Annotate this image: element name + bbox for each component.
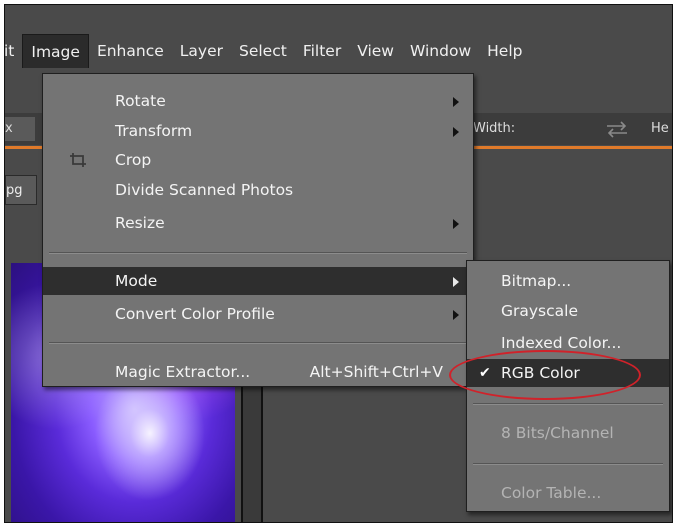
crop-icon: [70, 153, 86, 167]
submenu-arrow-icon: [453, 127, 459, 137]
submenu-arrow-icon: [453, 219, 459, 229]
height-label: He: [651, 121, 669, 136]
menu-item-label: Mode: [115, 272, 158, 290]
document-tab-label: pg: [6, 183, 23, 198]
x-label: x: [5, 121, 13, 136]
menu-item-label: Resize: [115, 214, 165, 232]
menu-edit[interactable]: it: [5, 34, 22, 68]
submenu-item-label: RGB Color: [501, 364, 580, 382]
menu-item-label: Transform: [115, 122, 193, 140]
screenshot-stage: it Image Enhance Layer Select Filter Vie…: [0, 0, 673, 527]
submenu-item-label: Color Table...: [501, 484, 602, 502]
menu-layer[interactable]: Layer: [172, 34, 231, 68]
menu-window[interactable]: Window: [402, 34, 479, 68]
menu-filter[interactable]: Filter: [295, 34, 349, 68]
submenu-arrow-icon: [453, 277, 459, 287]
menu-item-mode[interactable]: Mode: [43, 267, 473, 295]
menu-item-label: Crop: [115, 151, 152, 169]
submenu-item-rgb-color[interactable]: ✔ RGB Color: [467, 359, 669, 387]
menu-item-label: Convert Color Profile: [115, 305, 275, 323]
menu-view[interactable]: View: [349, 34, 402, 68]
menu-item-transform[interactable]: Transform: [43, 117, 473, 145]
menu-item-label: Rotate: [115, 92, 166, 110]
submenu-item-indexed-color[interactable]: Indexed Color...: [467, 329, 669, 357]
submenu-item-bitmap[interactable]: Bitmap...: [467, 267, 669, 295]
menu-item-shortcut: Alt+Shift+Ctrl+V: [309, 363, 443, 381]
menu-item-label: Divide Scanned Photos: [115, 181, 294, 199]
menu-help[interactable]: Help: [479, 34, 530, 68]
document-tab[interactable]: pg: [5, 175, 37, 205]
submenu-item-label: Grayscale: [501, 302, 578, 320]
mode-submenu: Bitmap... Grayscale Indexed Color... ✔ R…: [466, 260, 670, 512]
menu-image[interactable]: Image: [22, 34, 89, 68]
menu-item-divide-scanned-photos[interactable]: Divide Scanned Photos: [43, 176, 473, 204]
submenu-item-grayscale[interactable]: Grayscale: [467, 297, 669, 325]
menu-enhance[interactable]: Enhance: [89, 34, 172, 68]
submenu-arrow-icon: [453, 310, 459, 320]
image-menu-dropdown: Rotate Transform Crop Divide Scanned Pho…: [42, 73, 474, 387]
submenu-separator: [473, 403, 663, 405]
menu-item-label: Magic Extractor...: [115, 363, 251, 381]
menu-item-magic-extractor[interactable]: Magic Extractor... Alt+Shift+Ctrl+V: [43, 358, 473, 386]
submenu-item-label: Bitmap...: [501, 272, 572, 290]
checkmark-icon: ✔: [479, 365, 491, 381]
swap-arrows-icon[interactable]: [605, 119, 629, 139]
menu-separator: [49, 252, 467, 254]
width-label: Width:: [473, 121, 516, 136]
submenu-item-label: Indexed Color...: [501, 334, 622, 352]
menu-item-rotate[interactable]: Rotate: [43, 87, 473, 115]
menu-select[interactable]: Select: [231, 34, 295, 68]
menu-separator: [49, 342, 467, 344]
editor-window: it Image Enhance Layer Select Filter Vie…: [4, 4, 673, 523]
menu-item-crop[interactable]: Crop: [43, 146, 473, 174]
menu-item-resize[interactable]: Resize: [43, 209, 473, 237]
menu-bar: it Image Enhance Layer Select Filter Vie…: [5, 29, 672, 73]
submenu-separator: [473, 463, 663, 465]
submenu-item-label: 8 Bits/Channel: [501, 424, 614, 442]
submenu-arrow-icon: [453, 97, 459, 107]
submenu-item-color-table: Color Table...: [467, 479, 669, 507]
submenu-item-8-bits-channel: 8 Bits/Channel: [467, 419, 669, 447]
menu-item-convert-color-profile[interactable]: Convert Color Profile: [43, 300, 473, 328]
